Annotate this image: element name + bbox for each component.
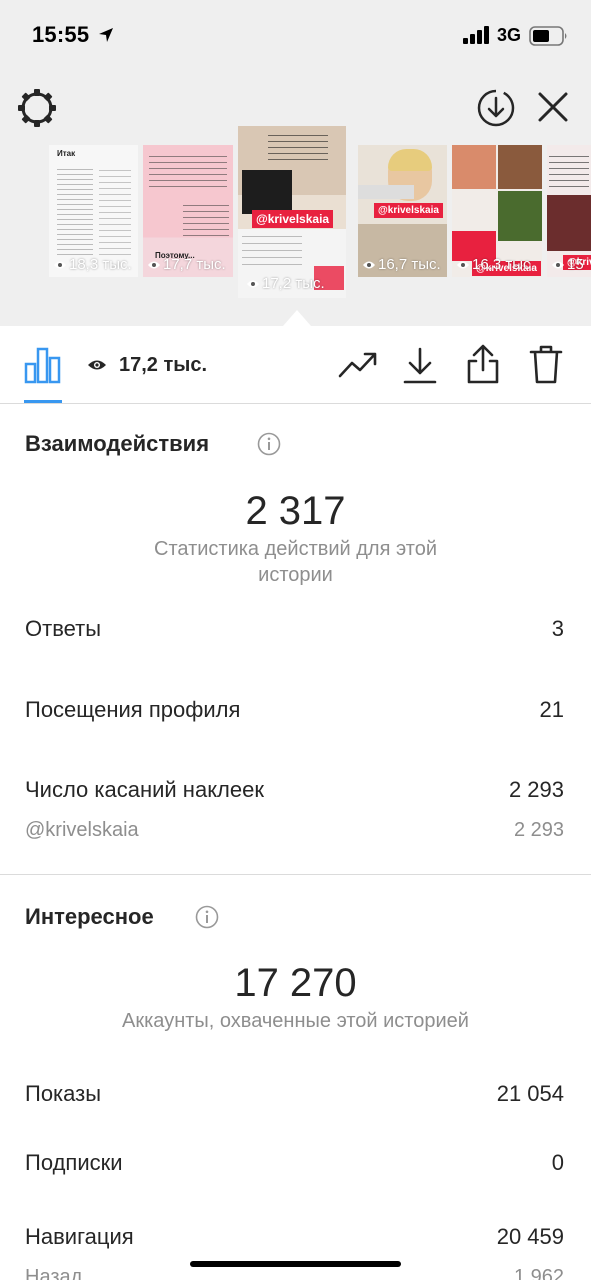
thumbnail-views: 17,2 тыс. bbox=[246, 275, 325, 292]
thumbnail-title: Итак bbox=[57, 149, 76, 158]
thumbnail-views-value: 16,3 тыс. bbox=[472, 256, 535, 273]
story-thumbnail[interactable]: @krivelskaia 16,7 тыс. bbox=[358, 145, 447, 277]
info-icon[interactable] bbox=[257, 432, 281, 456]
eye-icon bbox=[88, 360, 106, 370]
home-indicator[interactable] bbox=[190, 1261, 401, 1267]
stat-value: 2 293 bbox=[508, 777, 564, 802]
thumbnail-views: 17,7 тыс. bbox=[147, 256, 226, 273]
section-title: Интересное bbox=[25, 904, 154, 929]
eye-icon bbox=[363, 261, 375, 269]
settings-gear-icon[interactable] bbox=[16, 87, 58, 129]
thumbnail-handle-badge: @krivelskaia bbox=[374, 203, 443, 218]
thumbnail-views: 16,3 тыс. bbox=[456, 256, 535, 273]
thumbnail-views: 16,7 тыс. bbox=[362, 256, 441, 273]
thumbnail-views: 15 bbox=[551, 256, 584, 273]
location-arrow-icon bbox=[99, 28, 113, 42]
story-thumbnail-selected[interactable]: @krivelskaia 17,2 тыс. bbox=[238, 126, 346, 298]
thumbnail-text-lines bbox=[183, 200, 229, 240]
active-tab-indicator bbox=[24, 400, 62, 403]
stat-value: 0 bbox=[551, 1150, 564, 1175]
close-icon[interactable] bbox=[534, 88, 572, 126]
story-thumbnail[interactable]: Поэтому... 17,7 тыс. bbox=[143, 145, 233, 277]
signal-icon bbox=[463, 26, 489, 44]
stat-label: Подписки bbox=[25, 1150, 123, 1175]
status-bar: 15:55 3G bbox=[0, 0, 591, 70]
bar-chart-icon[interactable] bbox=[24, 346, 62, 384]
thumbnail-text-lines bbox=[242, 230, 302, 270]
stat-subvalue: 2 293 bbox=[513, 819, 564, 841]
story-thumbnail-strip[interactable]: Итак 18,3 тыс. Поэтому... 17,7 тыс. @kri… bbox=[0, 124, 591, 304]
stat-sublabel: Назад bbox=[25, 1266, 83, 1280]
selected-pointer bbox=[283, 310, 311, 326]
thumbnail-text-block bbox=[242, 170, 292, 214]
thumbnail-text-lines bbox=[149, 151, 227, 187]
stat-value: 21 054 bbox=[496, 1081, 564, 1106]
section-divider bbox=[0, 874, 591, 875]
battery-icon bbox=[529, 26, 567, 46]
story-views-count: 17,2 тыс. bbox=[119, 354, 208, 376]
thumbnail-views-value: 17,7 тыс. bbox=[163, 256, 226, 273]
stat-label: Посещения профиля bbox=[25, 697, 241, 722]
section-title: Взаимодействия bbox=[25, 431, 210, 456]
story-thumbnail[interactable]: @krivelskaia 16,3 тыс. bbox=[452, 145, 542, 277]
thumbnail-photo bbox=[547, 195, 591, 251]
story-thumbnail[interactable]: Итак 18,3 тыс. bbox=[49, 145, 138, 277]
network-type: 3G bbox=[497, 25, 522, 45]
eye-icon bbox=[247, 280, 259, 288]
status-time: 15:55 bbox=[32, 22, 90, 47]
thumbnail-text-lines bbox=[99, 165, 131, 255]
thumbnail-text-lines bbox=[57, 165, 93, 255]
trend-icon[interactable] bbox=[338, 350, 378, 380]
eye-icon bbox=[552, 261, 564, 269]
thumbnail-photo bbox=[498, 145, 542, 189]
stat-sublabel: @krivelskaia bbox=[25, 819, 139, 841]
thumbnail-text-block bbox=[358, 185, 414, 199]
discovery-description: Аккаунты, охваченные этой историей bbox=[122, 1010, 469, 1032]
stat-label: Число касаний наклеек bbox=[25, 777, 264, 802]
thumbnail-views: 18,3 тыс. bbox=[53, 256, 132, 273]
thumbnail-photo bbox=[452, 145, 496, 189]
download-icon[interactable] bbox=[402, 346, 438, 386]
save-story-icon[interactable] bbox=[476, 88, 516, 128]
stat-label: Навигация bbox=[25, 1224, 134, 1249]
stat-value: 20 459 bbox=[496, 1224, 564, 1249]
thumbnail-views-value: 18,3 тыс. bbox=[69, 256, 132, 273]
interactions-total: 2 317 bbox=[245, 489, 346, 533]
share-icon[interactable] bbox=[465, 344, 501, 386]
stat-label: Ответы bbox=[25, 616, 102, 641]
stat-value: 3 bbox=[551, 616, 564, 641]
thumbnail-photo bbox=[498, 191, 542, 241]
thumbnail-photo bbox=[388, 149, 432, 171]
trash-icon[interactable] bbox=[528, 344, 564, 386]
thumbnail-views-value: 15 bbox=[567, 256, 584, 273]
eye-icon bbox=[457, 261, 469, 269]
thumbnail-views-value: 17,2 тыс. bbox=[262, 275, 325, 292]
eye-icon bbox=[54, 261, 66, 269]
discovery-total: 17 270 bbox=[234, 961, 357, 1005]
story-thumbnail[interactable]: @kriv 15 bbox=[547, 145, 591, 277]
insights-toolbar: 17,2 тыс. bbox=[0, 326, 591, 404]
eye-icon bbox=[148, 261, 160, 269]
thumbnail-handle-badge: @krivelskaia bbox=[252, 210, 334, 228]
stat-value: 21 bbox=[539, 697, 564, 722]
stat-subvalue: 1 962 bbox=[513, 1266, 564, 1280]
info-icon[interactable] bbox=[195, 905, 219, 929]
story-preview-area: 15:55 3G Итак 18,3 тыс. Поэтому... 17,7 … bbox=[0, 0, 591, 326]
thumbnail-text-lines bbox=[549, 151, 589, 191]
interactions-description: Статистика действий для этой истории bbox=[154, 538, 437, 586]
thumbnail-views-value: 16,7 тыс. bbox=[378, 256, 441, 273]
stat-label: Показы bbox=[25, 1081, 102, 1106]
thumbnail-text-lines bbox=[268, 130, 328, 160]
